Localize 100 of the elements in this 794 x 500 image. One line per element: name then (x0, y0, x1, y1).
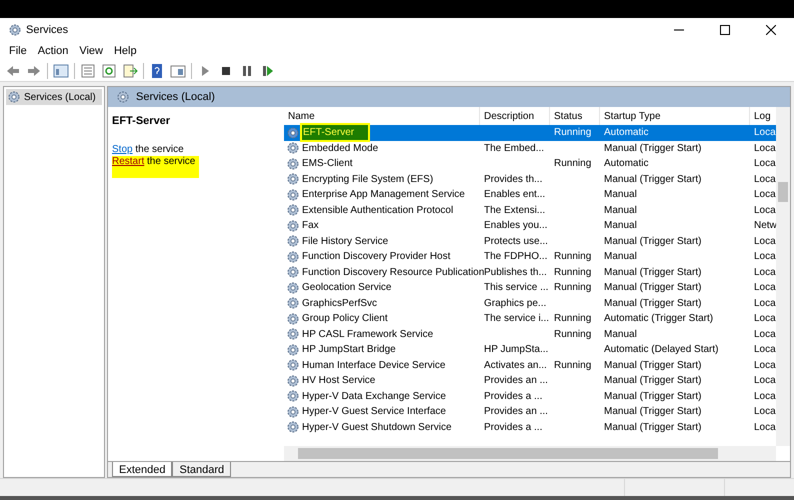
action-link[interactable]: Stop (112, 144, 133, 154)
vertical-scrollbar[interactable] (776, 107, 790, 446)
menu-item[interactable]: View (75, 42, 107, 60)
table-cell: Loca (754, 344, 776, 356)
table-cell: Loca (754, 158, 776, 170)
gear-icon (286, 312, 300, 326)
table-row[interactable]: Enterprise App Management Service Enables ent... Manual Loca (284, 187, 776, 202)
table-row[interactable]: Embedded Mode The Embed... Manual (Trigger Start) Loca (284, 140, 776, 156)
table-cell-text: Geolocation Service (302, 281, 392, 296)
table-row[interactable]: Human Interface Device Service Activates an... Running Manual (Trigger Start) Loca (284, 358, 776, 373)
table-row[interactable]: Group Policy Client The service i... Running Automatic (Trigger Start) Loca (284, 311, 776, 326)
gear-icon (286, 342, 300, 357)
table-row[interactable]: HP CASL Framework Service Running Manual Loca (284, 326, 776, 342)
table-cell: Running (554, 266, 592, 278)
gear-icon (286, 404, 300, 419)
menu-item[interactable]: File (5, 42, 31, 60)
table-cell-text: Hyper-V Guest Service Interface (302, 405, 446, 420)
menu-item[interactable]: Help (110, 42, 141, 60)
table-cell: Loca (754, 422, 776, 433)
service-title: EFT-Server (112, 114, 172, 129)
table-cell: Manual (604, 251, 637, 262)
table-cell: Manual (Trigger Start) (604, 390, 702, 402)
action-link[interactable]: Restart (112, 156, 144, 166)
table-cell: The Embed... (484, 142, 544, 154)
table-row[interactable]: EMS-Client Running Automatic Loca (284, 156, 776, 172)
table-cell: Loca (754, 174, 776, 185)
table-row[interactable]: Function Discovery Resource PublicationPublishes th... Running Manual (Trigger Start) Loca (284, 264, 776, 280)
table-cell-text: Group Policy Client (302, 312, 388, 326)
table-cell-text: Enterprise App Management Service (302, 188, 465, 202)
table-cell: Activates an... (484, 360, 547, 371)
table-row[interactable]: HV Host Service Provides an ... Manual (Trigger Start) Loca (284, 373, 776, 388)
table-cell-text: File History Service (302, 234, 388, 249)
table-cell: Manual (Trigger Start) (604, 236, 702, 247)
window-title: Services (26, 22, 68, 38)
horizontal-scrollbar[interactable] (284, 446, 776, 461)
table-cell: Manual (Trigger Start) (604, 375, 702, 386)
table-row[interactable]: Hyper-V Data Exchange Service Provides a ... Manual (Trigger Start) Loca (284, 388, 776, 404)
table-cell: Loca (754, 127, 776, 138)
table-cell: Automatic (604, 127, 648, 138)
table-cell: The FDPHO... (484, 251, 548, 262)
table-cell: Provides a ... (484, 390, 542, 402)
table-cell-text: Function Discovery Provider Host (302, 250, 450, 264)
table-row[interactable]: GraphicsPerfSvc Graphics pe... Manual (Trigger Start) Loca (284, 296, 776, 311)
table-cell: Automatic (Delayed Start) (604, 344, 718, 356)
table-row[interactable]: Extensible Authentication Protocol The Extensi... Manual Loca (284, 202, 776, 218)
table-cell: Loca (754, 251, 776, 262)
table-cell: Graphics pe... (484, 298, 546, 309)
table-cell: EFT-Server (302, 125, 368, 140)
table-row[interactable]: Function Discovery Provider Host The FDPHO... Running Manual Loca (284, 249, 776, 264)
table-row[interactable]: File History Service Protects use... Manual (Trigger Start) Loca (284, 234, 776, 249)
table-cell: Loca (754, 328, 776, 340)
table-row[interactable]: HP JumpStart Bridge HP JumpSta... Automatic (Delayed Start) Loca (284, 342, 776, 358)
table-row[interactable]: Geolocation Service This service ... Running Manual (Trigger Start) Loca (284, 280, 776, 296)
menu-item[interactable]: Action (34, 42, 72, 60)
gear-icon (286, 126, 300, 140)
gear-icon (286, 188, 300, 202)
gear-icon (286, 358, 300, 372)
table-cell: Manual (Trigger Start) (604, 266, 702, 278)
gear-icon (286, 141, 300, 156)
table-cell: This service ... (484, 282, 548, 294)
view-tab[interactable]: Extended (112, 462, 172, 477)
table-cell: The service i... (484, 313, 550, 324)
table-cell-text: Fax (302, 219, 319, 234)
gear-icon (286, 250, 300, 264)
table-cell: Loca (754, 390, 776, 402)
gear-icon (286, 374, 300, 388)
table-cell: Manual (Trigger Start) (604, 422, 702, 433)
table-row[interactable]: Hyper-V Guest Shutdown Service Provides a ... Manual (Trigger Start) Loca (284, 420, 776, 435)
gear-icon (286, 280, 300, 295)
view-tab[interactable]: Standard (172, 462, 232, 477)
table-cell: Loca (754, 375, 776, 386)
table-row[interactable]: Encrypting File System (EFS) Provides th... Manual (Trigger Start) Loca (284, 172, 776, 187)
table-cell: Loca (754, 406, 776, 418)
table-cell: HP JumpSta... (484, 344, 548, 356)
table-cell: Publishes th... (484, 266, 547, 278)
table-cell: Running (554, 360, 592, 371)
table-cell: Provides a ... (484, 422, 542, 433)
table-row[interactable]: Fax Enables you... Manual Netw (284, 218, 776, 234)
table-cell: Loca (754, 204, 776, 216)
table-cell: Manual (Trigger Start) (604, 360, 702, 371)
gear-icon (286, 296, 300, 310)
table-cell: Running (554, 282, 592, 294)
table-row[interactable]: Hyper-V Guest Service Interface Provides an ... Manual (Trigger Start) Loca (284, 404, 776, 420)
table-cell: Loca (754, 298, 776, 309)
close-icon (766, 25, 776, 35)
table-cell: Running (554, 251, 592, 262)
table-cell: Loca (754, 282, 776, 294)
table-cell: Enables you... (484, 220, 548, 232)
gear-icon (286, 172, 300, 186)
console-tree-icon[interactable] (51, 62, 71, 80)
tree-item[interactable]: Services (Local) (6, 89, 102, 105)
table-cell: Automatic (604, 158, 648, 170)
table-cell: Manual (604, 220, 637, 232)
table-cell: Manual (Trigger Start) (604, 406, 702, 418)
gear-icon (286, 218, 300, 233)
table-cell: Provides th... (484, 174, 542, 185)
table-cell: Manual (Trigger Start) (604, 282, 702, 294)
panel-title: Services (Local) (136, 90, 215, 105)
table-row[interactable]: EFT-Server Running Automatic Loca (284, 125, 776, 140)
table-cell: Enables ent... (484, 189, 546, 200)
